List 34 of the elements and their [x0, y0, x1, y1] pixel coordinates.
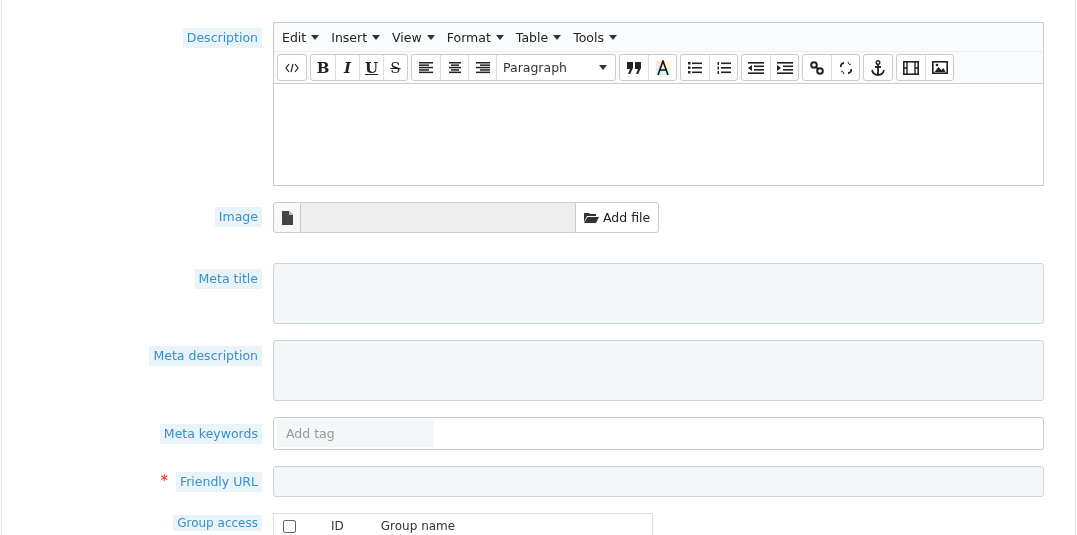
format-button[interactable]: U — [359, 55, 383, 80]
editor-menu[interactable]: Edit — [278, 29, 324, 45]
format-button[interactable]: S — [383, 55, 407, 80]
add-file-button[interactable]: Add file — [575, 202, 660, 233]
required-mark: * — [160, 472, 168, 490]
field-label: Meta keywords — [159, 424, 262, 444]
caret-icon — [311, 34, 320, 40]
folder-icon — [584, 212, 599, 223]
field-label: Image — [214, 207, 262, 227]
format-button[interactable]: B — [311, 55, 335, 80]
caret-icon — [372, 34, 381, 40]
caret-icon — [495, 34, 504, 40]
caret-icon — [426, 34, 435, 40]
editor-menu[interactable]: View — [388, 29, 439, 45]
field-label: Group access — [173, 515, 262, 531]
editor-menu[interactable]: Insert — [327, 29, 385, 45]
file-name-field[interactable] — [301, 202, 575, 233]
field-label: Friendly URL — [175, 472, 262, 492]
caret-icon — [608, 34, 617, 40]
column-header: Group name — [380, 520, 456, 533]
editor-menu[interactable]: Tools — [569, 29, 621, 45]
format-button[interactable]: I — [335, 55, 359, 80]
select-all-checkbox[interactable] — [283, 520, 296, 533]
editor-menu[interactable]: Table — [511, 29, 566, 45]
field-label: Meta title — [194, 269, 262, 289]
caret-icon — [599, 65, 607, 70]
editor-menu[interactable]: Format — [442, 29, 508, 45]
file-icon — [273, 202, 301, 233]
text-field[interactable] — [273, 466, 1044, 497]
caret-icon — [553, 34, 562, 40]
field-label: Meta description — [149, 346, 262, 366]
column-header: ID — [331, 520, 344, 533]
tag-input-field[interactable]: Add tag — [277, 420, 434, 447]
field-label: Description — [182, 28, 262, 48]
